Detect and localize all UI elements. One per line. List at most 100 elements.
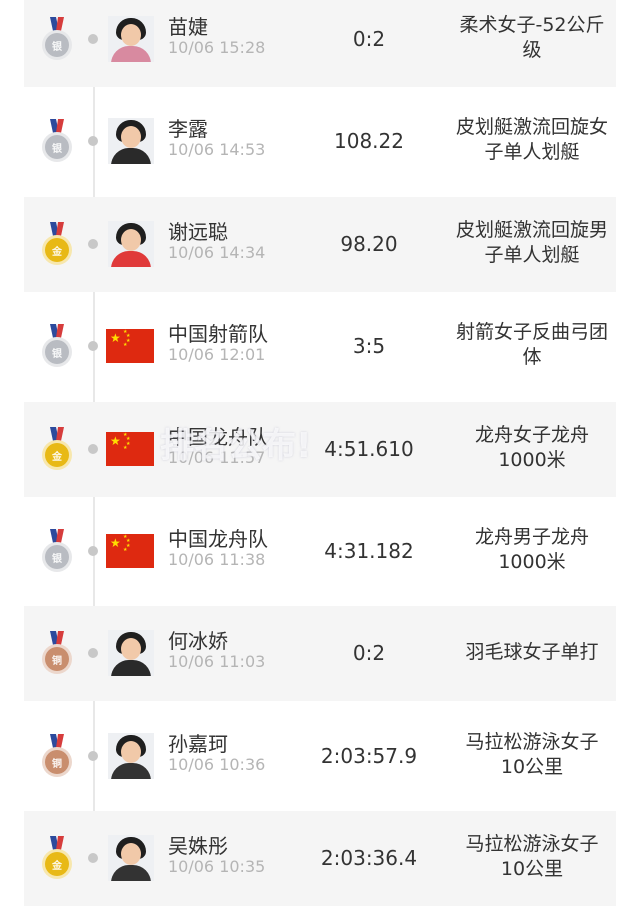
timeline-dot [88, 751, 98, 761]
list-item[interactable]: 金 吴姝彤 10/06 10:35 2:03:36.4 马拉松游泳女子 10公里 [24, 811, 616, 906]
flag-star-icon: ★ [123, 547, 128, 553]
avatar [108, 118, 154, 164]
medal-ribbon-icon [50, 631, 64, 645]
result-score: 108.22 [334, 129, 404, 153]
avatar-body [111, 865, 151, 881]
athlete-photo [108, 733, 154, 779]
event-name-line1: 射箭女子反曲弓团 [455, 321, 608, 343]
list-item[interactable]: 铜 何冰娇 10/06 11:03 0:2 羽毛球女子单打 [24, 606, 616, 701]
athlete-name: 中国射箭队 [168, 322, 268, 346]
result-score: 2:03:36.4 [320, 846, 418, 870]
result-score: 0:2 [352, 27, 386, 51]
medal-disc: 金 [42, 440, 72, 470]
medal-disc: 铜 [42, 644, 72, 674]
timeline-dot [88, 853, 98, 863]
list-item[interactable]: 银 苗婕 10/06 15:28 0:2 柔术女子-52公斤级 [24, 0, 616, 87]
result-score: 98.20 [340, 232, 398, 256]
flag-star-icon: ★ [110, 434, 121, 448]
china-flag-icon: ★ ★ ★ ★ ★ [106, 329, 154, 363]
avatar [108, 16, 154, 62]
avatar [108, 221, 154, 267]
athlete-name: 李露 [168, 117, 208, 141]
event-time: 10/06 11:38 [168, 550, 266, 569]
timeline-dot [88, 34, 98, 44]
event-name: 马拉松游泳女子 10公里 [444, 730, 620, 780]
event-name: 皮划艇激流回旋男 子单人划艇 [444, 218, 620, 268]
event-name-line2: 1000米 [498, 449, 566, 471]
event-name-line1: 皮划艇激流回旋男 [455, 219, 608, 241]
avatar-body [111, 660, 151, 676]
athlete-name: 吴姝彤 [168, 834, 228, 858]
event-name-line1: 马拉松游泳女子 [465, 833, 599, 855]
event-time: 10/06 15:28 [168, 38, 266, 57]
event-name-line1: 柔术女子-52公斤 [459, 14, 605, 36]
event-time: 10/06 12:01 [168, 345, 266, 364]
athlete-photo [108, 118, 154, 164]
event-name: 羽毛球女子单打 [444, 640, 620, 665]
avatar-face [121, 126, 141, 148]
list-item[interactable]: 铜 孙嘉珂 10/06 10:36 2:03:57.9 马拉松游泳女子 10公里 [24, 709, 616, 804]
event-name: 龙舟女子龙舟 1000米 [444, 423, 620, 473]
flag-star-icon: ★ [110, 331, 121, 345]
event-name-line2: 子单人划艇 [484, 244, 580, 266]
event-name: 马拉松游泳女子 10公里 [444, 832, 620, 882]
avatar [108, 835, 154, 881]
medal-ribbon-icon [50, 17, 64, 31]
medal-ribbon-icon [50, 427, 64, 441]
flag-star-icon: ★ [123, 445, 128, 451]
timeline-dot [88, 648, 98, 658]
avatar-face [121, 229, 141, 251]
medal-gold-icon: 金 [42, 427, 72, 471]
event-name-line2: 10公里 [500, 756, 564, 778]
avatar-body [111, 763, 151, 779]
medal-disc: 铜 [42, 747, 72, 777]
athlete-photo [108, 835, 154, 881]
medal-disc: 银 [42, 337, 72, 367]
medal-ribbon-icon [50, 529, 64, 543]
avatar-body [111, 251, 151, 267]
event-time: 10/06 11:03 [168, 652, 266, 671]
timeline-dot [88, 546, 98, 556]
medal-ribbon-icon [50, 734, 64, 748]
list-item[interactable]: 金 谢远聪 10/06 14:34 98.20 皮划艇激流回旋男 子单人划艇 [24, 197, 616, 292]
event-time: 10/06 14:53 [168, 140, 266, 159]
event-time: 10/06 14:34 [168, 243, 266, 262]
medal-ribbon-icon [50, 324, 64, 338]
timeline-dot [88, 136, 98, 146]
medal-gold-icon: 金 [42, 222, 72, 266]
event-time: 10/06 10:36 [168, 755, 266, 774]
result-score: 4:51.610 [324, 437, 414, 461]
event-name-line2: 级 [522, 39, 542, 61]
flag-star-icon: ★ [110, 536, 121, 550]
event-name-line1: 皮划艇激流回旋女 [455, 116, 608, 138]
timeline-dot [88, 341, 98, 351]
china-flag-icon: ★ ★ ★ ★ ★ [106, 534, 154, 568]
china-flag-icon: ★ ★ ★ ★ ★ [106, 432, 154, 466]
athlete-photo [108, 16, 154, 62]
medal-silver-icon: 银 [42, 17, 72, 61]
timeline-dot [88, 239, 98, 249]
event-name: 皮划艇激流回旋女 子单人划艇 [444, 115, 620, 165]
medal-disc: 金 [42, 849, 72, 879]
medal-ribbon-icon [50, 836, 64, 850]
avatar-face [121, 843, 141, 865]
medal-disc: 银 [42, 542, 72, 572]
list-item[interactable]: 银 ★ ★ ★ ★ ★ 中国龙舟队 10/06 11:38 4:31.182 龙舟男子龙舟 1000… [24, 504, 616, 599]
avatar-face [121, 638, 141, 660]
athlete-name: 孙嘉珂 [168, 732, 228, 756]
medal-disc: 银 [42, 132, 72, 162]
event-name: 柔术女子-52公斤级 [444, 13, 620, 63]
flag-star-icon: ★ [123, 342, 128, 348]
medal-disc: 金 [42, 235, 72, 265]
result-score: 2:03:57.9 [320, 744, 418, 768]
result-score: 4:31.182 [324, 539, 414, 563]
event-name-line2: 子单人划艇 [484, 141, 580, 163]
medal-ribbon-icon [50, 222, 64, 236]
avatar [108, 733, 154, 779]
list-item[interactable]: 银 李露 10/06 14:53 108.22 皮划艇激流回旋女 子单人划艇 [24, 94, 616, 189]
list-item[interactable]: 金 ★ ★ ★ ★ ★ 中国龙舟队 10/06 11:57 4:51.610 龙舟女子龙舟 1000… [24, 402, 616, 497]
list-item[interactable]: 银 ★ ★ ★ ★ ★ 中国射箭队 10/06 12:01 3:5 射箭女子反曲弓团体 [24, 299, 616, 394]
event-name-line1: 龙舟男子龙舟 [474, 526, 589, 548]
athlete-name: 苗婕 [168, 15, 208, 39]
medal-gold-icon: 金 [42, 836, 72, 880]
